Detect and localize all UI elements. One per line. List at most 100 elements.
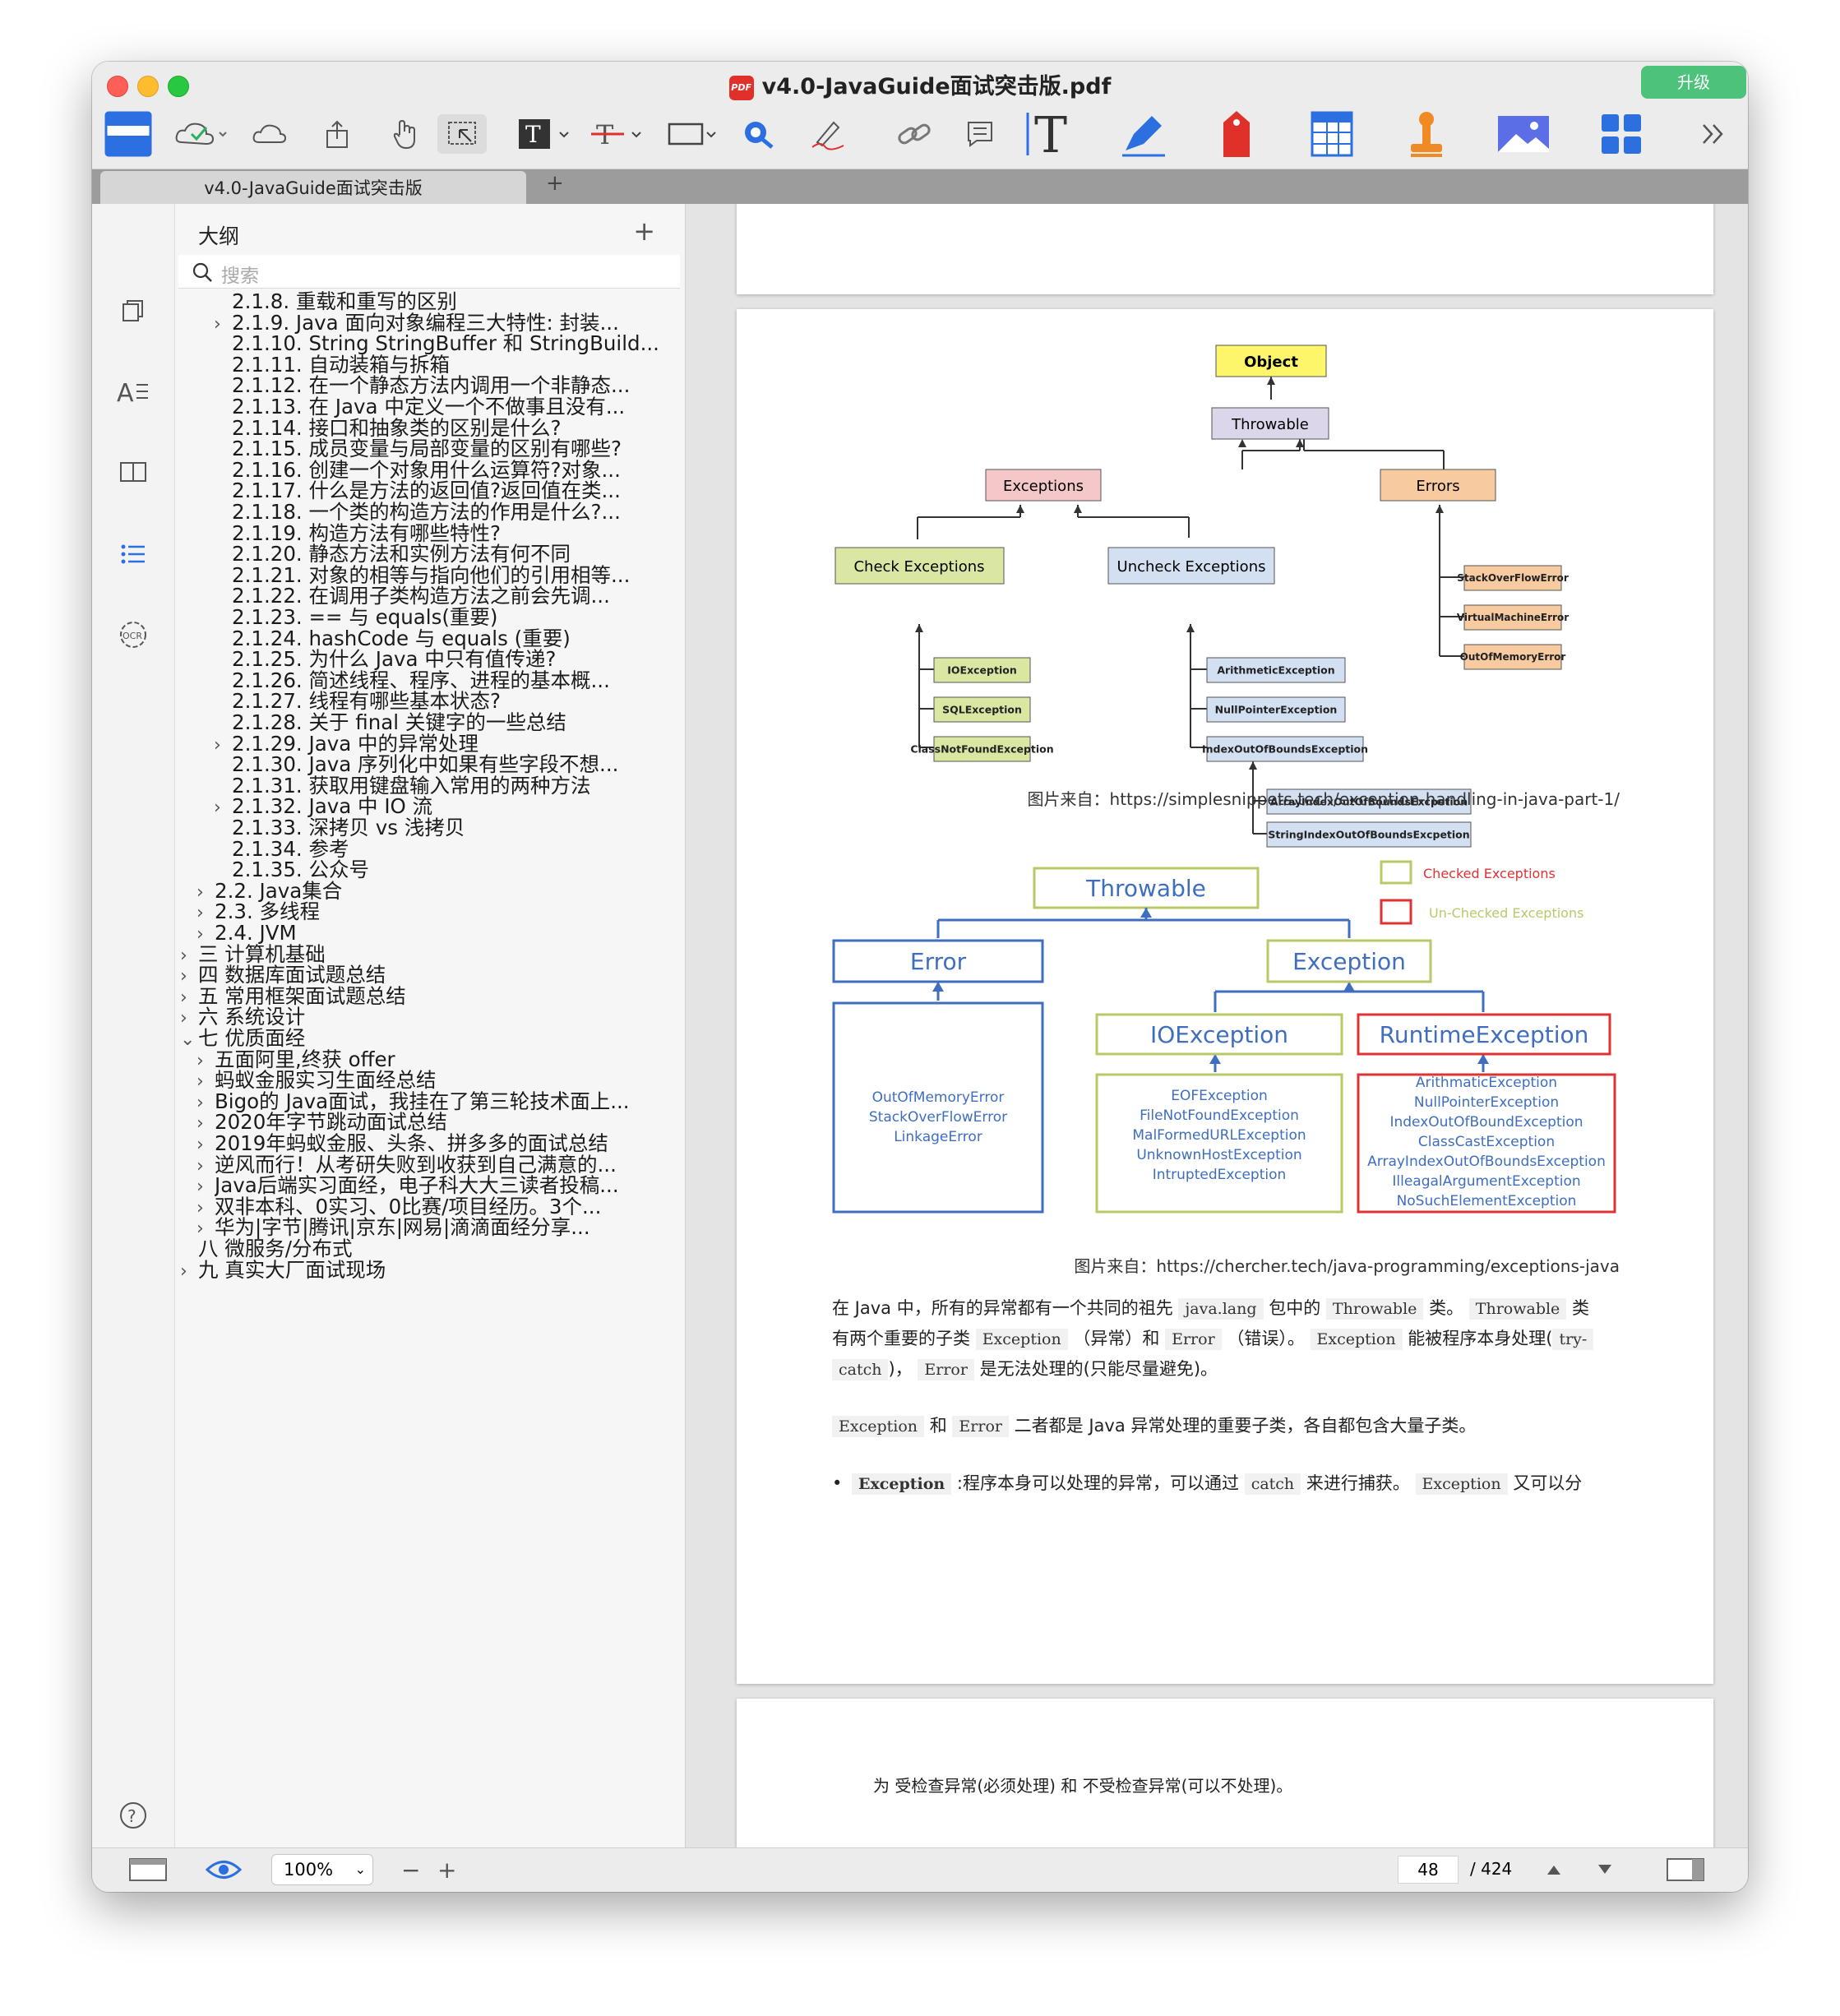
book-icon[interactable] [117,455,150,488]
outline-item[interactable]: 九 真实大厂面试现场 [198,1255,665,1286]
add-outline-button[interactable]: + [633,215,655,247]
node-object: Object [1244,354,1298,371]
zoom-out-button[interactable]: − [401,1855,420,1884]
apps-grid-icon[interactable] [1597,109,1646,159]
pdf-page-48: Object Throwable Exceptions Errors Check… [737,309,1713,1684]
help-icon[interactable]: ? [117,1799,150,1832]
node-exceptions: Exceptions [1003,478,1084,495]
app-window: PDF v4.0-JavaGuide面试突击版.pdf 升级 T T T v4.… [92,62,1748,1892]
p3-text-a: )， [888,1359,913,1379]
eye-view-icon[interactable] [206,1855,242,1884]
document-viewer[interactable]: Object Throwable Exceptions Errors Check… [686,204,1748,1847]
image-icon[interactable] [1495,109,1552,159]
error-node: OutOfMemoryError [1460,651,1566,663]
bullet-dot: • [832,1473,843,1493]
bottom-bar: 100% ⌄ − + 48 / 424 [92,1847,1748,1892]
cloud-sync-icon[interactable] [173,109,230,159]
add-text-icon[interactable]: T [1023,109,1080,159]
text-box-tool-icon[interactable]: T [515,109,573,159]
code-exception-4: Exception [1415,1473,1508,1495]
p5-text-c: 又可以分 [1513,1473,1583,1493]
thumbnails-icon[interactable] [117,294,150,327]
io-exception-item: UnknownHostException [1136,1147,1301,1163]
window-title: PDF v4.0-JavaGuide面试突击版.pdf [92,68,1748,100]
share-icon[interactable] [321,109,354,159]
chevron-down-icon[interactable]: ⌄ [180,1024,195,1056]
error-node: VirtualMachineError [1457,612,1569,623]
outline-title: 大纲 [198,224,240,248]
upgrade-button[interactable]: 升级 [1641,66,1746,99]
exception-hierarchy-diagram-2: Throwable Checked Exceptions Un-Checked … [832,860,1616,1214]
p5-text-b: 来进行捕获。 [1306,1473,1410,1493]
p3-text-b: 是无法处理的(只能尽量避免)。 [979,1359,1218,1379]
d2-error: Error [910,948,967,975]
check-exception-node: IOException [947,664,1016,676]
runtime-exception-item: NullPointerException [1414,1094,1559,1111]
paragraph-2: Exception 和 Error 二者都是 Java 异常处理的重要子类，各自… [832,1411,1476,1442]
runtime-exception-item: ArithmaticException [1416,1075,1557,1091]
shape-tool-icon[interactable] [664,109,722,159]
stamp-icon[interactable] [1406,109,1447,159]
uncheck-exception-node: IndexOutOfBoundsException [1202,742,1368,755]
p5-text-a: :程序本身可以处理的异常，可以通过 [956,1473,1239,1493]
legend-unchecked: Un-Checked Exceptions [1429,905,1583,921]
chevron-right-icon[interactable]: › [214,793,221,824]
hand-tool-icon[interactable] [390,109,423,159]
zoom-in-button[interactable]: + [437,1855,456,1884]
p1-text-a: 在 Java 中，所有的异常都有一个共同的祖先 [832,1298,1173,1318]
sidebar-toggle-icon[interactable] [128,1855,168,1884]
chevron-down-icon: ⌄ [354,1861,366,1877]
next-page-icon[interactable] [1597,1855,1613,1884]
code-exception-bold: Exception [852,1473,952,1495]
right-panel-toggle-icon[interactable] [1666,1855,1705,1884]
chevron-right-icon[interactable]: › [180,1256,187,1288]
figure-caption-2: 图片来自：https://chercher.tech/java-programm… [1074,1256,1620,1276]
chevron-right-icon[interactable]: › [214,730,221,761]
text-style-icon[interactable]: A [117,375,150,408]
code-throwable-2: Throwable [1468,1298,1567,1320]
page-number-input[interactable]: 48 [1398,1856,1459,1884]
previous-page-icon[interactable] [1546,1855,1562,1884]
runtime-exception-item: NoSuchElementException [1397,1193,1577,1209]
p1-text-d: 类 [1572,1298,1589,1318]
error-node: StackOverFlowError [1457,572,1569,584]
d2-runtime: RuntimeException [1380,1021,1589,1048]
ocr-icon[interactable]: OCR [117,618,150,651]
io-exception-item: FileNotFoundException [1140,1107,1299,1124]
chevron-right-icon[interactable]: › [214,309,221,340]
uncheck-exception-node: NullPointerException [1215,703,1338,715]
code-java-lang: java.lang [1178,1298,1264,1320]
runtime-exception-item: ClassCastException [1418,1134,1555,1150]
link-icon[interactable] [894,109,935,159]
comment-note-icon[interactable] [964,109,996,159]
check-exception-node: ClassNotFoundException [910,742,1053,755]
outline-list-icon[interactable] [117,538,150,571]
svg-text:T: T [525,121,541,148]
more-tools-icon[interactable] [1697,109,1730,159]
legend-checked: Checked Exceptions [1423,866,1556,881]
select-tool-icon[interactable] [437,114,487,154]
zoom-select[interactable]: 100% ⌄ [271,1854,373,1885]
signature-pen-icon[interactable] [807,109,848,159]
titlebar: PDF v4.0-JavaGuide面试突击版.pdf 升级 T T T [92,62,1748,169]
edit-pen-icon[interactable] [1114,109,1172,159]
d2-ioexception: IOException [1150,1021,1288,1048]
figure-caption-1: 图片来自：https://simplesnippets.tech/excepti… [1027,789,1620,809]
error-item: StackOverFlowError [869,1109,1007,1126]
code-error-3: Error [952,1416,1009,1437]
strikethrough-text-icon[interactable]: T [589,109,647,159]
view-mode-icon[interactable] [104,109,153,159]
search-highlight-icon[interactable] [737,109,779,159]
d2-exception: Exception [1292,948,1406,975]
p2-text-b: （异常）和 [1073,1329,1160,1348]
new-tab-button[interactable]: + [546,171,564,196]
outline-sidebar: 大纲 + 搜索 2.1.8. 重载和重写的区别 › 2.1.9. Java 面向对象… [175,204,686,1847]
io-exception-item: EOFException [1171,1088,1268,1104]
bookmark-tag-icon[interactable] [1212,109,1261,159]
document-tab[interactable]: v4.0-JavaGuide面试突击版 [100,171,526,204]
code-throwable: Throwable [1325,1298,1424,1320]
table-icon[interactable] [1306,109,1358,159]
outline-search[interactable]: 搜索 [178,255,680,289]
cloud-icon[interactable] [248,109,289,159]
uncheck-exception-node: ArithmeticException [1217,664,1334,676]
